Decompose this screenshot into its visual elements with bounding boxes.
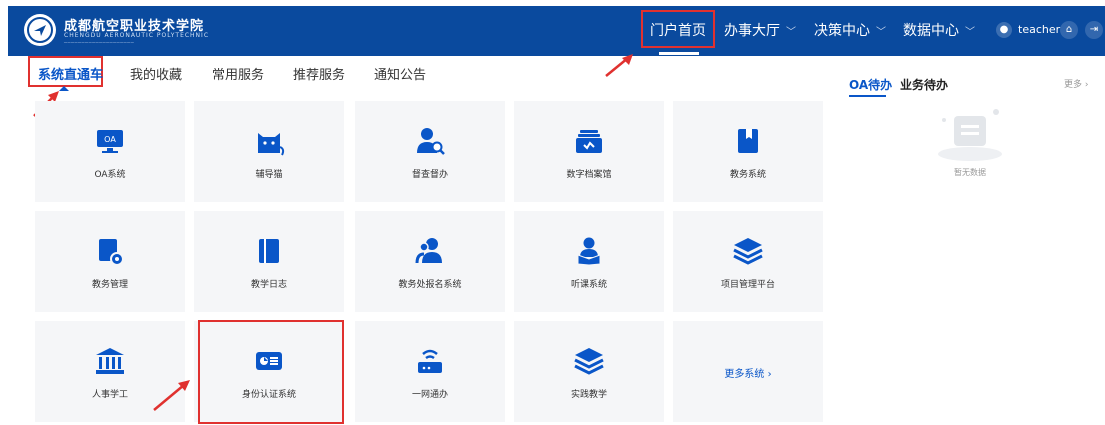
home-icon[interactable]: ⌂	[1060, 21, 1078, 39]
user-avatar-icon[interactable]: ●	[996, 22, 1012, 38]
tile-teaching-log[interactable]: 教学日志	[194, 211, 344, 312]
chevron-down-icon: ﹀	[786, 27, 796, 38]
layers-icon	[733, 238, 763, 265]
tile-label: 辅导猫	[255, 170, 283, 180]
tile-oa-system[interactable]: OA OA系统	[35, 101, 185, 202]
tile-label: 数字档案馆	[566, 170, 612, 180]
tile-one-stop-service[interactable]: 一网通办	[355, 321, 505, 422]
tab-recommended-services[interactable]: 推荐服务	[293, 64, 345, 83]
top-header-bar: 成都航空职业技术学院 CHENGDU AERONAUTIC POLYTECHNI…	[8, 6, 1105, 56]
bookmark-book-icon	[738, 129, 758, 153]
tile-lecture-listening[interactable]: 听课系统	[514, 211, 664, 312]
tile-label: 教学日志	[250, 280, 287, 290]
nav-decision-center-label: 决策中心	[814, 23, 870, 39]
building-icon	[96, 348, 124, 374]
tile-label: 教务管理	[91, 280, 128, 290]
nav-service-hall[interactable]: 办事大厅 ﹀	[724, 20, 796, 42]
more-link[interactable]: 更多 ›	[1064, 77, 1088, 90]
archive-icon	[576, 130, 602, 153]
tab-oa-todo[interactable]: OA待办	[849, 76, 892, 93]
layers-icon	[574, 348, 604, 375]
reader-icon	[577, 237, 601, 266]
tile-academic-system[interactable]: 教务系统	[673, 101, 823, 202]
right-tab-active-indicator	[849, 95, 886, 97]
nav-decision-center[interactable]: 决策中心 ﹀	[814, 20, 886, 42]
tile-project-management[interactable]: 项目管理平台	[673, 211, 823, 312]
user-name[interactable]: teacher	[1018, 23, 1060, 36]
school-name-en: CHENGDU AERONAUTIC POLYTECHNIC	[64, 32, 210, 39]
chevron-down-icon: ﹀	[876, 27, 886, 38]
svg-text:OA: OA	[104, 135, 116, 144]
empty-data-icon	[938, 109, 1002, 161]
tile-more-systems[interactable]: 更多系统 ›	[673, 321, 823, 422]
annotation-arrow	[605, 54, 633, 77]
book-gear-icon	[99, 239, 124, 266]
nav-service-hall-label: 办事大厅	[724, 23, 780, 39]
tile-label: 项目管理平台	[720, 280, 775, 290]
nav-active-indicator	[659, 52, 699, 55]
tile-registration-system[interactable]: 教务处报名系统	[355, 211, 505, 312]
cat-icon	[258, 133, 285, 156]
nav-home-label: 门户首页	[650, 23, 706, 39]
more-systems-link[interactable]: 更多系统 ›	[673, 365, 823, 380]
user-search-icon	[417, 128, 445, 155]
tab-my-favorites[interactable]: 我的收藏	[130, 64, 182, 83]
oa-monitor-icon: OA	[97, 130, 123, 153]
tile-academic-management[interactable]: 教务管理	[35, 211, 185, 312]
tile-label: 一网通办	[411, 390, 448, 400]
tile-label: OA系统	[94, 170, 126, 180]
tab-notices[interactable]: 通知公告	[374, 64, 426, 83]
tile-label: 教务处报名系统	[398, 280, 462, 290]
tile-label: 实践教学	[570, 390, 607, 400]
logout-icon[interactable]: ⇥	[1085, 21, 1103, 39]
tab-business-todo[interactable]: 业务待办	[900, 76, 948, 93]
tile-practice-teaching[interactable]: 实践教学	[514, 321, 664, 422]
nav-data-center-label: 数据中心	[903, 23, 959, 39]
tab-system-express[interactable]: 系统直通车	[38, 64, 103, 83]
nav-data-center[interactable]: 数据中心 ﹀	[903, 20, 975, 42]
tile-label: 听课系统	[570, 280, 607, 290]
tab-common-services[interactable]: 常用服务	[212, 64, 264, 83]
wifi-router-icon	[418, 349, 442, 373]
tile-supervision[interactable]: 督查督办	[355, 101, 505, 202]
school-logo-icon[interactable]	[24, 14, 56, 46]
chevron-down-icon: ﹀	[965, 27, 975, 38]
tile-digital-archive[interactable]: 数字档案馆	[514, 101, 664, 202]
tile-label: 督查督办	[411, 170, 448, 180]
annotation-arrow	[153, 380, 190, 411]
school-subtitle: ────────────────────	[64, 40, 135, 46]
nav-home[interactable]: 门户首页	[650, 20, 706, 42]
tile-label: 教务系统	[729, 170, 766, 180]
empty-data-text: 暂无数据	[954, 168, 986, 177]
notebook-icon	[259, 239, 279, 263]
tile-tutor-cat[interactable]: 辅导猫	[194, 101, 344, 202]
annotation-highlight-identity-auth	[198, 320, 344, 424]
users-icon	[415, 238, 442, 264]
